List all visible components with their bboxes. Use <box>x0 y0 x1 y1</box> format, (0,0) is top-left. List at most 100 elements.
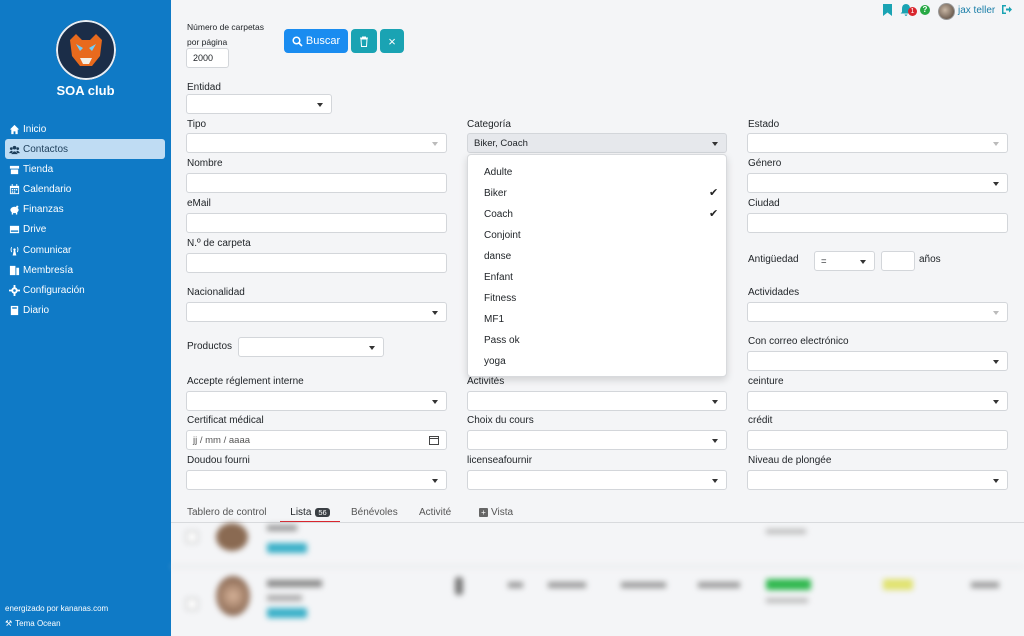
estado-select[interactable] <box>747 133 1008 153</box>
tab-vista-label: Vista <box>491 507 514 518</box>
antiguedad-label: Antigüedad <box>748 254 799 265</box>
logout-icon[interactable] <box>1001 4 1012 18</box>
antiguedad-years-input[interactable] <box>881 251 915 271</box>
sidebar-item-comunicar[interactable]: Comunicar <box>5 240 165 260</box>
category-option[interactable]: Pass ok <box>484 335 520 346</box>
sidebar-item-membresia[interactable]: Membresía <box>5 260 165 280</box>
lista-count-badge: 56 <box>315 507 330 517</box>
contact-tag-blur <box>267 543 307 553</box>
category-option[interactable]: danse <box>484 251 511 262</box>
actividades-label: Actividades <box>748 287 800 298</box>
powered-by[interactable]: energizado por kananas.com <box>5 604 108 613</box>
calendar-icon <box>9 183 20 194</box>
theme-label: Tema Ocean <box>15 619 61 628</box>
tab-vista[interactable]: + Vista <box>479 507 513 518</box>
contact-field-blur <box>508 582 523 588</box>
sidebar-item-label: Inicio <box>23 123 47 135</box>
sidebar-item-drive[interactable]: Drive <box>5 219 165 239</box>
bookmark-icon[interactable] <box>883 4 892 19</box>
sidebar-item-label: Membresía <box>23 264 74 276</box>
license-select[interactable] <box>467 470 727 490</box>
doudou-select[interactable] <box>186 470 447 490</box>
carpeta-label: N.º de carpeta <box>187 238 251 249</box>
ceinture-label: ceinture <box>748 376 784 387</box>
paint-roller-icon: ⚒ <box>5 619 13 628</box>
tab-lista[interactable]: Lista 56 <box>280 503 340 523</box>
categoria-select[interactable]: Biker, Coach <box>467 133 727 153</box>
ceinture-select[interactable] <box>747 391 1008 411</box>
sidebar-item-label: Contactos <box>23 143 69 155</box>
contact-amount-blur <box>971 582 999 588</box>
plongee-select[interactable] <box>747 470 1008 490</box>
choix-label: Choix du cours <box>467 415 534 426</box>
category-option[interactable]: Coach <box>484 209 513 220</box>
correo-label: Con correo electrónico <box>748 336 849 347</box>
close-icon: × <box>388 33 396 49</box>
per-page-input[interactable]: 2000 <box>186 48 229 68</box>
club-logo[interactable] <box>56 20 116 80</box>
row-divider <box>171 566 1024 567</box>
help-icon[interactable]: ? <box>920 5 930 15</box>
carpeta-input[interactable] <box>186 253 447 273</box>
search-button-label: Buscar <box>305 35 341 47</box>
email-input[interactable] <box>186 213 447 233</box>
sidebar-item-diario[interactable]: Diario <box>5 300 165 320</box>
gear-icon <box>9 284 20 296</box>
tab-tablero[interactable]: Tablero de control <box>187 507 267 518</box>
category-option[interactable]: yoga <box>484 356 506 367</box>
avatar[interactable] <box>938 3 955 20</box>
activites-label: Activités <box>467 376 505 387</box>
category-option[interactable]: Adulte <box>484 167 512 178</box>
category-option[interactable]: Conjoint <box>484 230 521 241</box>
entidad-select[interactable] <box>186 94 332 114</box>
sidebar-item-configuracion[interactable]: Configuración <box>5 280 165 300</box>
contact-field-blur <box>621 582 666 588</box>
actividades-select[interactable] <box>747 302 1008 322</box>
contact-field-blur <box>548 582 586 588</box>
home-icon <box>9 124 20 134</box>
tab-activite[interactable]: Activité <box>419 507 451 518</box>
row-checkbox[interactable] <box>186 531 198 543</box>
trash-icon <box>360 36 368 47</box>
sidebar-item-finanzas[interactable]: Finanzas <box>5 199 165 219</box>
reglement-select[interactable] <box>186 391 447 411</box>
theme-selector[interactable]: ⚒ Tema Ocean <box>5 619 61 628</box>
clear-button[interactable]: × <box>380 29 404 53</box>
sidebar-item-inicio[interactable]: Inicio <box>5 119 165 139</box>
credit-label: crédit <box>748 415 773 426</box>
category-option[interactable]: Enfant <box>484 272 513 283</box>
certificat-date-input[interactable]: jj / mm / aaaa <box>186 430 447 450</box>
activites-select[interactable] <box>467 391 727 411</box>
entidad-label: Entidad <box>187 82 221 93</box>
contacts-list <box>171 523 1024 636</box>
notification-count-badge: 1 <box>908 7 917 16</box>
sidebar-item-calendario[interactable]: Calendario <box>5 179 165 199</box>
sidebar-item-label: Comunicar <box>23 244 72 256</box>
sidebar-item-tienda[interactable]: Tienda <box>5 159 165 179</box>
credit-input[interactable] <box>747 430 1008 450</box>
category-option[interactable]: MF1 <box>484 314 504 325</box>
user-name[interactable]: jax teller <box>958 5 995 16</box>
genero-select[interactable] <box>747 173 1008 193</box>
antiguedad-operator-value: = <box>821 255 827 267</box>
tab-benevoles[interactable]: Bénévoles <box>351 507 398 518</box>
correo-select[interactable] <box>747 351 1008 371</box>
nombre-input[interactable] <box>186 173 447 193</box>
contact-badge-blur <box>883 579 913 590</box>
category-option[interactable]: Fitness <box>484 293 516 304</box>
category-option[interactable]: Biker <box>484 188 507 199</box>
row-checkbox[interactable] <box>186 598 198 610</box>
search-button[interactable]: Buscar <box>284 29 348 53</box>
tipo-select[interactable] <box>186 133 447 153</box>
email-label: eMail <box>187 198 211 209</box>
productos-select[interactable] <box>238 337 384 357</box>
ciudad-input[interactable] <box>747 213 1008 233</box>
nacionalidad-select[interactable] <box>186 302 447 322</box>
antiguedad-operator-select[interactable]: = <box>814 251 875 271</box>
calendar-icon <box>429 436 439 445</box>
sidebar-item-contactos[interactable]: Contactos <box>5 139 165 159</box>
delete-button[interactable] <box>351 29 377 53</box>
choix-select[interactable] <box>467 430 727 450</box>
check-icon: ✔ <box>709 187 719 199</box>
ciudad-label: Ciudad <box>748 198 780 209</box>
